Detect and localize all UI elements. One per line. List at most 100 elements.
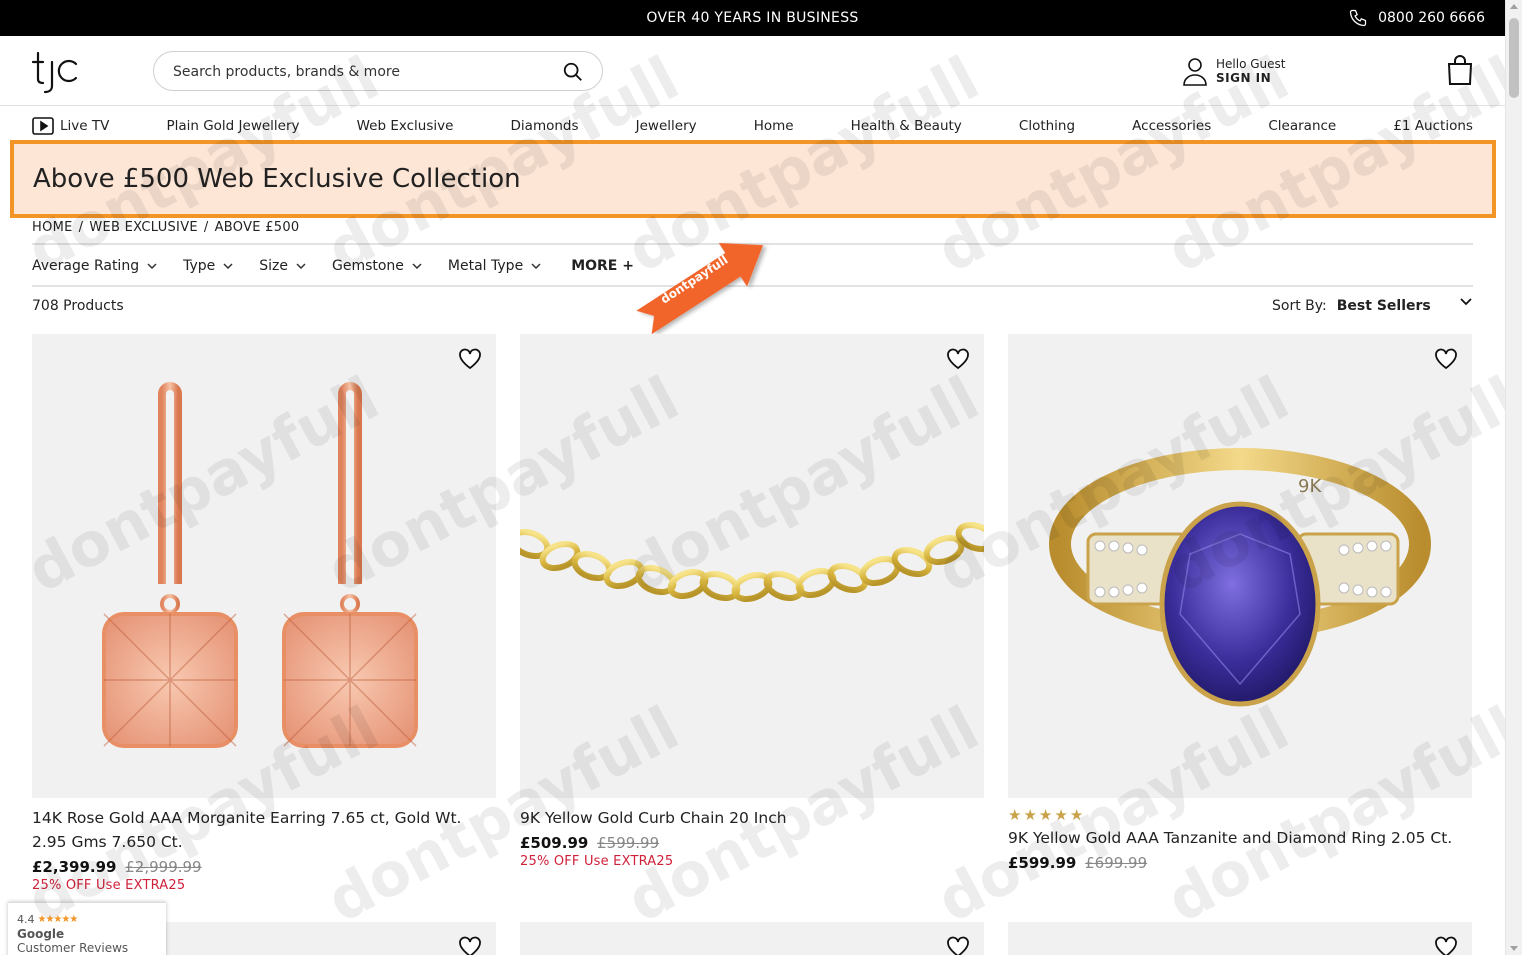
promo-offer: 25% OFF Use EXTRA25 [32, 878, 186, 893]
more-filters-button[interactable]: MORE + [571, 258, 634, 274]
filter-gemstone[interactable]: Gemstone [332, 258, 422, 274]
product-image[interactable] [32, 334, 496, 798]
wishlist-heart-icon[interactable] [458, 936, 482, 955]
product-price: £509.99 £599.99 [520, 834, 984, 852]
product-image[interactable]: 9K [1008, 334, 1472, 798]
filter-label: Gemstone [331, 258, 404, 274]
product-card[interactable]: 9K Yellow Gold Curb Chain 20 Inch £509.9… [520, 334, 984, 869]
badge-rating-value: 4.4 [17, 913, 35, 926]
product-card[interactable] [520, 922, 984, 955]
current-price: £2,399.99 [32, 858, 117, 876]
product-title[interactable]: 9K Yellow Gold Curb Chain 20 Inch [520, 806, 984, 830]
nav-item-clearance[interactable]: Clearance [1268, 118, 1336, 134]
star-icon: ★ [1054, 806, 1068, 824]
star-icon: ★ [1069, 806, 1084, 824]
breadcrumb-current: ABOVE £500 [214, 220, 300, 235]
tv-play-icon [32, 117, 54, 135]
nav-item-label: Home [753, 118, 794, 134]
page-scrollbar[interactable] [1505, 0, 1522, 955]
badge-stars-icon: ★★★★★ [37, 914, 79, 925]
nav-item-jewellery[interactable]: Jewellery [636, 118, 697, 134]
nav-item-label: Plain Gold Jewellery [166, 118, 300, 134]
scroll-down-arrow-icon[interactable] [1510, 946, 1518, 951]
nav-item-label: Live TV [60, 118, 110, 134]
sort-dropdown[interactable]: Sort By: Best Sellers [1272, 298, 1472, 314]
nav-item-auctions[interactable]: £1 Auctions [1393, 118, 1473, 134]
nav-item-plain-gold-jewellery[interactable]: Plain Gold Jewellery [166, 118, 299, 134]
product-title[interactable]: 9K Yellow Gold AAA Tanzanite and Diamond… [1008, 826, 1472, 850]
badge-label: Customer Reviews [17, 941, 129, 955]
star-icon: ★ [1038, 806, 1053, 824]
wishlist-heart-icon[interactable] [458, 348, 482, 370]
nav-item-health-beauty[interactable]: Health & Beauty [851, 118, 962, 134]
sort-label: Sort By: [1272, 298, 1327, 314]
nav-item-label: Clothing [1018, 118, 1076, 134]
filter-label: Type [183, 258, 216, 274]
scrollbar-thumb[interactable] [1509, 18, 1519, 98]
wishlist-heart-icon[interactable] [946, 936, 970, 955]
product-card[interactable] [1008, 922, 1472, 955]
product-title[interactable]: 14K Rose Gold AAA Morganite Earring 7.65… [32, 806, 496, 854]
nav-item-diamonds[interactable]: Diamonds [511, 118, 579, 134]
breadcrumb-separator: / [78, 220, 84, 235]
promo-offer: 25% OFF Use EXTRA25 [520, 854, 674, 869]
filter-metal-type[interactable]: Metal Type [448, 258, 541, 274]
breadcrumb-web-exclusive[interactable]: WEB EXCLUSIVE [89, 220, 198, 235]
wishlist-heart-icon[interactable] [1434, 348, 1458, 370]
chevron-down-icon [296, 263, 306, 269]
product-card[interactable]: 9K ★ ★ ★ ★ ★ 9K Yellow Gold AAA Tanzanit… [1008, 334, 1472, 872]
nav-item-label: Diamonds [510, 118, 579, 134]
current-price: £509.99 [520, 834, 589, 852]
filter-label: Metal Type [447, 258, 524, 274]
badge-brand: Google [17, 927, 65, 941]
nav-item-label: Health & Beauty [850, 118, 962, 134]
top-announcement-bar: OVER 40 YEARS IN BUSINESS 0800 260 6666 [0, 0, 1505, 36]
filter-label: Size [259, 258, 288, 274]
user-icon [1183, 58, 1207, 86]
phone-link[interactable]: 0800 260 6666 [1348, 8, 1485, 28]
chevron-down-icon [1460, 298, 1472, 306]
star-icon: ★ [1023, 806, 1037, 824]
wishlist-heart-icon[interactable] [1434, 936, 1458, 955]
ring-stamp-text: 9K [1298, 476, 1322, 497]
product-image[interactable] [520, 334, 984, 798]
site-header: Hello Guest SIGN IN [0, 36, 1505, 106]
nav-item-label: Web Exclusive [356, 118, 454, 134]
phone-icon [1349, 9, 1367, 27]
product-card[interactable]: 14K Rose Gold AAA Morganite Earring 7.65… [32, 334, 496, 893]
search-icon[interactable] [562, 61, 584, 83]
nav-item-home[interactable]: Home [754, 118, 794, 134]
google-reviews-badge[interactable]: 4.4 ★★★★★ Google Customer Reviews [8, 902, 166, 955]
chevron-down-icon [223, 263, 233, 269]
nav-item-label: Accessories [1132, 118, 1212, 134]
star-icon: ★ [1008, 806, 1022, 824]
filter-size[interactable]: Size [259, 258, 306, 274]
product-price: £599.99 £699.99 [1008, 854, 1472, 872]
nav-item-accessories[interactable]: Accessories [1132, 118, 1211, 134]
shopping-bag-icon [1447, 55, 1473, 85]
account-link[interactable]: Hello Guest SIGN IN [1182, 56, 1285, 86]
star-rating: ★ ★ ★ ★ ★ [1008, 806, 1472, 824]
current-price: £599.99 [1008, 854, 1077, 872]
announcement-text: OVER 40 YEARS IN BUSINESS [646, 10, 859, 26]
sign-in-link[interactable]: SIGN IN [1216, 71, 1285, 85]
collection-banner: Above £500 Web Exclusive Collection [10, 140, 1496, 218]
chevron-down-icon [412, 263, 422, 269]
filter-bar: Average Rating Type Size Gemstone Metal … [32, 256, 660, 276]
filter-type[interactable]: Type [183, 258, 233, 274]
scroll-up-arrow-icon[interactable] [1510, 4, 1518, 9]
filter-average-rating[interactable]: Average Rating [32, 258, 157, 274]
nav-item-web-exclusive[interactable]: Web Exclusive [357, 118, 454, 134]
nav-item-clothing[interactable]: Clothing [1019, 118, 1075, 134]
chevron-down-icon [147, 263, 157, 269]
main-navigation: Live TV Plain Gold Jewellery Web Exclusi… [32, 114, 1473, 138]
breadcrumb-home[interactable]: HOME [32, 220, 73, 235]
tjc-logo[interactable] [31, 50, 82, 94]
search-input[interactable] [173, 61, 543, 83]
search-box[interactable] [153, 51, 603, 91]
nav-item-label: Clearance [1268, 118, 1337, 134]
wishlist-heart-icon[interactable] [946, 348, 970, 370]
promo-arrow-graphic: dontpayfull [636, 242, 764, 334]
nav-item-live-tv[interactable]: Live TV [32, 117, 109, 135]
shopping-bag-button[interactable] [1446, 54, 1474, 90]
